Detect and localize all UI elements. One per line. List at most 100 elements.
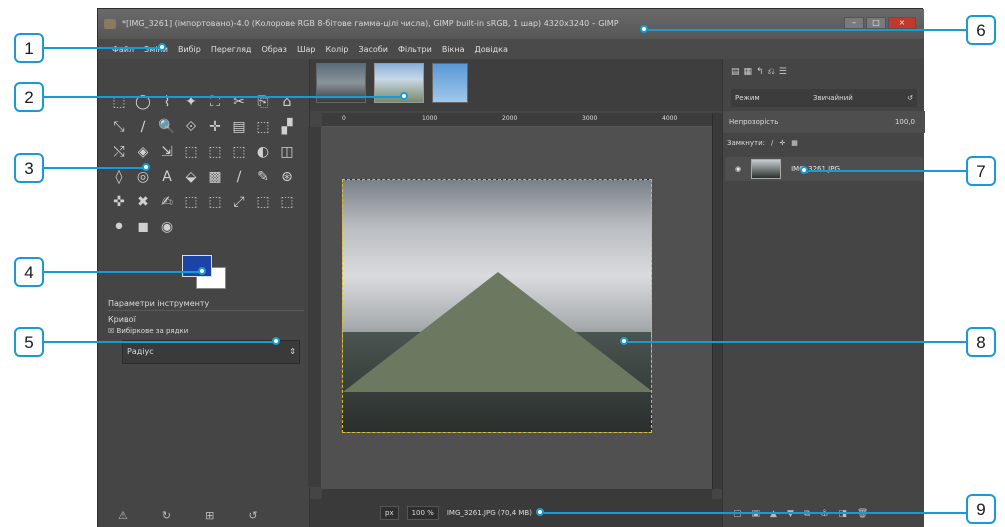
tool-icon[interactable]: ◉ bbox=[156, 216, 178, 238]
menu-help[interactable]: Довідка bbox=[475, 45, 508, 54]
opacity-value[interactable]: 100,0 bbox=[895, 111, 915, 133]
tool-icon[interactable]: ◯ bbox=[132, 91, 154, 113]
reset-icon[interactable]: ↺ bbox=[248, 509, 257, 522]
tool-icon[interactable]: ∕ bbox=[228, 166, 250, 188]
minimize-button[interactable]: – bbox=[844, 17, 864, 29]
menu-colors[interactable]: Колір bbox=[325, 45, 348, 54]
menu-layer[interactable]: Шар bbox=[297, 45, 316, 54]
mode-reset-icon[interactable]: ↺ bbox=[907, 89, 913, 107]
menu-image[interactable]: Образ bbox=[261, 45, 286, 54]
opacity-row[interactable]: Непрозорість 100,0 bbox=[723, 111, 925, 133]
anchor-layer-icon[interactable]: ⚓ bbox=[820, 509, 828, 519]
vertical-scrollbar[interactable] bbox=[712, 113, 722, 489]
tool-icon[interactable]: ✜ bbox=[108, 191, 130, 213]
tool-icon[interactable]: ⬚ bbox=[204, 141, 226, 163]
tool-icon[interactable]: ◊ bbox=[108, 166, 130, 188]
close-button[interactable]: × bbox=[888, 17, 916, 29]
paths-tab-icon[interactable]: ↰ bbox=[756, 67, 764, 77]
tool-icon[interactable]: ▤ bbox=[228, 116, 250, 138]
tool-icon[interactable]: ⬙ bbox=[180, 166, 202, 188]
menu-tools[interactable]: Засоби bbox=[358, 45, 387, 54]
horizontal-scrollbar[interactable] bbox=[322, 489, 712, 499]
tool-icon[interactable]: ⟐ bbox=[180, 116, 202, 138]
tool-icon[interactable]: ⛶ bbox=[204, 91, 226, 113]
tool-icon[interactable]: ◫ bbox=[276, 141, 298, 163]
tool-icon[interactable]: A bbox=[156, 166, 178, 188]
tool-icon[interactable]: ◐ bbox=[252, 141, 274, 163]
menu-bar: Файл Зміни Вибір Перегляд Образ Шар Колі… bbox=[98, 39, 924, 59]
visibility-eye-icon[interactable]: ◉ bbox=[735, 165, 741, 173]
spin-arrows-icon[interactable]: ⇕ bbox=[289, 341, 296, 363]
lock-alpha-icon[interactable]: ▦ bbox=[791, 139, 798, 147]
tool-icon[interactable]: ⤡ bbox=[108, 116, 130, 138]
tool-icon[interactable]: ∕ bbox=[132, 116, 154, 138]
layer-row[interactable]: ◉ IMG_3261.JPG bbox=[725, 157, 923, 181]
unit-select[interactable]: px bbox=[380, 506, 399, 520]
tool-icon[interactable]: ⬚ bbox=[228, 141, 250, 163]
tool-icon[interactable]: ⇲ bbox=[156, 141, 178, 163]
tool-icon[interactable]: ▩ bbox=[204, 166, 226, 188]
tool-icon[interactable]: ✛ bbox=[204, 116, 226, 138]
tool-icon[interactable]: ⬚ bbox=[180, 141, 202, 163]
tool-icon[interactable]: ⚫ bbox=[108, 216, 130, 238]
new-group-icon[interactable]: ▣ bbox=[752, 509, 761, 519]
tool-icon[interactable]: ⬚ bbox=[252, 116, 274, 138]
tool-icon[interactable]: ⌂ bbox=[276, 91, 298, 113]
lower-layer-icon[interactable]: ▼ bbox=[787, 509, 794, 519]
tool-icon[interactable]: ✦ bbox=[180, 91, 202, 113]
horizontal-ruler[interactable]: 0 1000 2000 3000 4000 bbox=[322, 113, 712, 127]
tool-icon[interactable]: ✖ bbox=[132, 191, 154, 213]
tool-icon[interactable]: ⊛ bbox=[276, 166, 298, 188]
tool-icon[interactable]: ⬚ bbox=[276, 191, 298, 213]
tool-icon[interactable]: ⎘ bbox=[252, 91, 274, 113]
tool-icon[interactable]: ⤭ bbox=[108, 141, 130, 163]
tool-icon[interactable]: ✂ bbox=[228, 91, 250, 113]
menu-view[interactable]: Перегляд bbox=[211, 45, 252, 54]
delete-layer-icon[interactable]: 🗑 bbox=[857, 509, 868, 519]
restore-icon[interactable]: ↻ bbox=[162, 509, 171, 522]
brushes-tab-icon[interactable]: ☰ bbox=[779, 67, 787, 77]
tool-icon[interactable]: ✍ bbox=[156, 191, 178, 213]
foreground-color-swatch[interactable] bbox=[182, 255, 212, 277]
tool-icon[interactable]: ⌇ bbox=[156, 91, 178, 113]
tool-icon[interactable]: ⬚ bbox=[108, 91, 130, 113]
title-bar: *[IMG_3261] (імпортовано)-4.0 (Колорове … bbox=[98, 9, 924, 39]
canvas-area[interactable] bbox=[322, 127, 712, 489]
maximize-button[interactable]: □ bbox=[866, 17, 886, 29]
tool-options-checkbox[interactable]: ☒ Вибіркове за рядки bbox=[108, 327, 304, 335]
tool-icon[interactable]: ▞ bbox=[276, 116, 298, 138]
color-swatches[interactable] bbox=[182, 255, 230, 295]
tool-icon[interactable]: ◈ bbox=[132, 141, 154, 163]
tool-icon[interactable]: ⬚ bbox=[180, 191, 202, 213]
tool-icon[interactable]: ◼ bbox=[132, 216, 154, 238]
menu-select[interactable]: Вибір bbox=[178, 45, 201, 54]
tool-icon[interactable]: ⬚ bbox=[252, 191, 274, 213]
tool-icon[interactable]: ✎ bbox=[252, 166, 274, 188]
image-tab-3[interactable] bbox=[432, 63, 468, 103]
status-info: IMG_3261.JPG (70,4 MB) bbox=[446, 509, 532, 517]
raise-layer-icon[interactable]: ▲ bbox=[770, 509, 777, 519]
callout-9: 9 bbox=[966, 494, 996, 524]
menu-filters[interactable]: Фільтри bbox=[398, 45, 432, 54]
tool-icon[interactable]: 🔍 bbox=[156, 116, 178, 138]
new-layer-icon[interactable]: ▢ bbox=[733, 509, 742, 519]
lock-pixels-icon[interactable]: ∕ bbox=[771, 139, 773, 147]
zoom-select[interactable]: 100 % bbox=[406, 506, 439, 520]
tool-icon[interactable]: ⤢ bbox=[228, 191, 250, 213]
lock-position-icon[interactable]: ✛ bbox=[779, 139, 785, 147]
duplicate-layer-icon[interactable]: ⧉ bbox=[804, 509, 810, 519]
layer-mode-row[interactable]: Режим Звичайний ↺ bbox=[731, 89, 917, 107]
image-canvas[interactable] bbox=[342, 179, 652, 433]
channels-tab-icon[interactable]: ▦ bbox=[744, 67, 753, 77]
undo-tab-icon[interactable]: ⎌ bbox=[768, 67, 775, 77]
menu-windows[interactable]: Вікна bbox=[442, 45, 465, 54]
leader-dot-3 bbox=[142, 163, 150, 171]
tool-icon[interactable]: ⬚ bbox=[204, 191, 226, 213]
save-preset-icon[interactable]: ⊞ bbox=[205, 509, 214, 522]
vertical-ruler[interactable] bbox=[308, 127, 322, 487]
mode-value[interactable]: Звичайний bbox=[813, 89, 853, 107]
menu-file[interactable]: Файл bbox=[112, 45, 134, 54]
warning-icon[interactable]: ⚠ bbox=[118, 509, 128, 522]
mask-icon[interactable]: ◨ bbox=[838, 509, 847, 519]
layers-tab-icon[interactable]: ▤ bbox=[731, 67, 740, 77]
